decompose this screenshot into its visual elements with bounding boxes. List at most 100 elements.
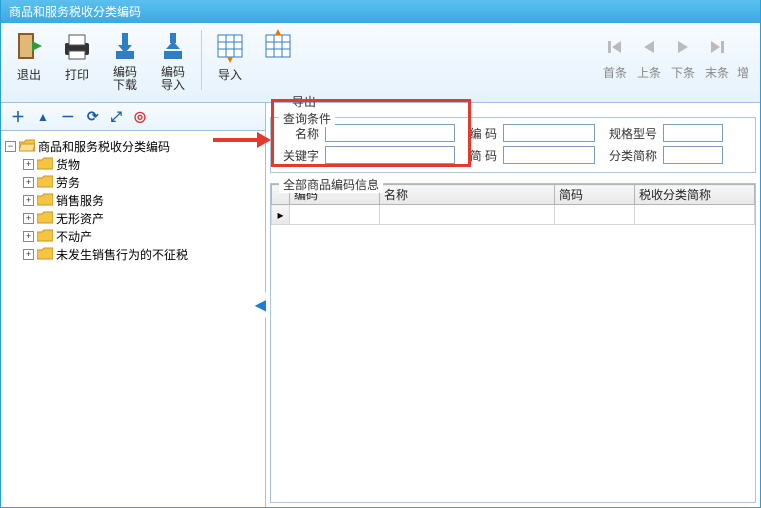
- code-download-label: 编码 下载: [113, 66, 137, 92]
- grid-cell[interactable]: [635, 205, 755, 225]
- nav-prev-label: 上条: [637, 64, 661, 81]
- nav-extra-icon: [732, 36, 754, 58]
- main-toolbar: 退出 打印 编码 下载 编码 导入: [5, 26, 756, 98]
- tree-expand-button[interactable]: ⤢: [111, 108, 122, 125]
- tree-node-label: 货物: [56, 156, 80, 173]
- tree-node-label: 不动产: [56, 228, 92, 245]
- grid-col-short[interactable]: 简码: [555, 185, 635, 205]
- folder-icon: [37, 211, 53, 225]
- nav-last-icon: [706, 36, 728, 58]
- nav-first-button[interactable]: 首条: [598, 26, 632, 81]
- export-button[interactable]: 导出: [254, 26, 302, 98]
- tree-root-label: 商品和服务税收分类编码: [38, 138, 170, 155]
- filter-keyword-label: 关键字: [277, 147, 319, 164]
- expand-icon[interactable]: +: [23, 249, 34, 260]
- nav-last-label: 末条: [705, 64, 729, 81]
- exit-label: 退出: [17, 66, 41, 83]
- tree-node[interactable]: + 货物: [23, 155, 261, 173]
- tree-node-label: 劳务: [56, 174, 80, 191]
- grid-row[interactable]: ▸: [272, 205, 755, 225]
- tree-node[interactable]: + 未发生销售行为的不征税: [23, 245, 261, 263]
- tree-root[interactable]: − 商品和服务税收分类编码: [5, 137, 261, 155]
- tree-node-label: 无形资产: [56, 210, 104, 227]
- filter-catshort-input[interactable]: [663, 146, 723, 164]
- filter-keyword-input[interactable]: [325, 146, 455, 164]
- expand-icon[interactable]: +: [23, 213, 34, 224]
- panel-collapse-button[interactable]: ◀: [255, 293, 266, 318]
- filter-shortcode-label: 简 码: [461, 147, 497, 164]
- grid-import-icon: [212, 28, 248, 64]
- filter-group: 查询条件 名称 编 码 规格型号 关键字 简 码 分类简称: [270, 117, 756, 173]
- filter-code-label: 编 码: [461, 125, 497, 142]
- print-button[interactable]: 打印: [53, 26, 101, 98]
- nav-extra-button[interactable]: 增: [734, 26, 752, 81]
- grid-cell[interactable]: [290, 205, 380, 225]
- window-title: 商品和服务税收分类编码: [9, 5, 141, 19]
- nav-last-button[interactable]: 末条: [700, 26, 734, 81]
- row-indicator-icon: ▸: [272, 205, 290, 225]
- folder-icon: [37, 229, 53, 243]
- tree-node[interactable]: + 劳务: [23, 173, 261, 191]
- tree-add-button[interactable]: ＋: [11, 107, 25, 127]
- expand-icon[interactable]: +: [23, 177, 34, 188]
- folder-open-icon: [19, 139, 35, 153]
- stray-export-label: 导出: [292, 93, 316, 110]
- code-import-button[interactable]: 编码 导入: [149, 26, 197, 98]
- expand-icon[interactable]: +: [23, 159, 34, 170]
- import-label: 导入: [218, 66, 242, 83]
- download-icon: [107, 28, 143, 64]
- printer-icon: [59, 28, 95, 64]
- filter-legend: 查询条件: [279, 110, 335, 127]
- tree-target-button[interactable]: ◎: [134, 108, 146, 125]
- grid-legend: 全部商品编码信息: [279, 176, 383, 193]
- category-tree[interactable]: − 商品和服务税收分类编码 + 货物 + 劳务 + 销售服务 + 无形资产 + 不动产 + 未发生销售…: [1, 131, 265, 507]
- filter-code-input[interactable]: [503, 124, 595, 142]
- tree-toolbar: ＋ ▲ － ⟳ ⤢ ◎: [1, 103, 265, 131]
- tree-node-label: 销售服务: [56, 192, 104, 209]
- tree-panel: ＋ ▲ － ⟳ ⤢ ◎ − 商品和服务税收分类编码 + 货物 + 劳务 + 销售服务 + 无形…: [1, 103, 266, 507]
- filter-spec-input[interactable]: [663, 124, 723, 142]
- tree-node-label: 未发生销售行为的不征税: [56, 246, 188, 263]
- nav-first-icon: [604, 36, 626, 58]
- filter-spec-label: 规格型号: [601, 125, 657, 142]
- record-nav: 首条 上条 下条 末条 增: [598, 26, 752, 81]
- filter-shortcode-input[interactable]: [503, 146, 595, 164]
- grid-group: 全部商品编码信息 编码 名称 简码 税收分类简称: [270, 183, 756, 503]
- tree-up-button[interactable]: ▲: [37, 110, 49, 124]
- nav-extra-label: 增: [737, 64, 749, 81]
- folder-icon: [37, 157, 53, 171]
- nav-prev-icon: [638, 36, 660, 58]
- nav-next-button[interactable]: 下条: [666, 26, 700, 81]
- folder-icon: [37, 175, 53, 189]
- nav-next-icon: [672, 36, 694, 58]
- grid-cell[interactable]: [555, 205, 635, 225]
- expand-icon[interactable]: +: [23, 195, 34, 206]
- grid-export-icon: [260, 28, 296, 64]
- collapse-icon[interactable]: −: [5, 141, 16, 152]
- exit-button[interactable]: 退出: [5, 26, 53, 98]
- code-download-button[interactable]: 编码 下载: [101, 26, 149, 98]
- filter-name-input[interactable]: [325, 124, 455, 142]
- window-titlebar: 商品和服务税收分类编码: [1, 0, 760, 23]
- tree-refresh-button[interactable]: ⟳: [87, 108, 99, 125]
- tree-remove-button[interactable]: －: [61, 107, 75, 127]
- nav-first-label: 首条: [603, 64, 627, 81]
- tree-node[interactable]: + 不动产: [23, 227, 261, 245]
- tree-node[interactable]: + 无形资产: [23, 209, 261, 227]
- grid-cell[interactable]: [380, 205, 555, 225]
- content-panel: 导出 查询条件 名称 编 码 规格型号 关键字 简 码 分类简称: [266, 103, 760, 507]
- import-button[interactable]: 导入: [206, 26, 254, 98]
- code-import-label: 编码 导入: [161, 66, 185, 92]
- grid-col-catshort[interactable]: 税收分类简称: [635, 185, 755, 205]
- toolbar-separator: [201, 30, 202, 90]
- exit-icon: [11, 28, 47, 64]
- filter-catshort-label: 分类简称: [601, 147, 657, 164]
- tree-node[interactable]: + 销售服务: [23, 191, 261, 209]
- expand-icon[interactable]: +: [23, 231, 34, 242]
- import-icon: [155, 28, 191, 64]
- nav-prev-button[interactable]: 上条: [632, 26, 666, 81]
- filter-name-label: 名称: [277, 125, 319, 142]
- folder-icon: [37, 193, 53, 207]
- print-label: 打印: [65, 66, 89, 83]
- grid-col-name[interactable]: 名称: [380, 185, 555, 205]
